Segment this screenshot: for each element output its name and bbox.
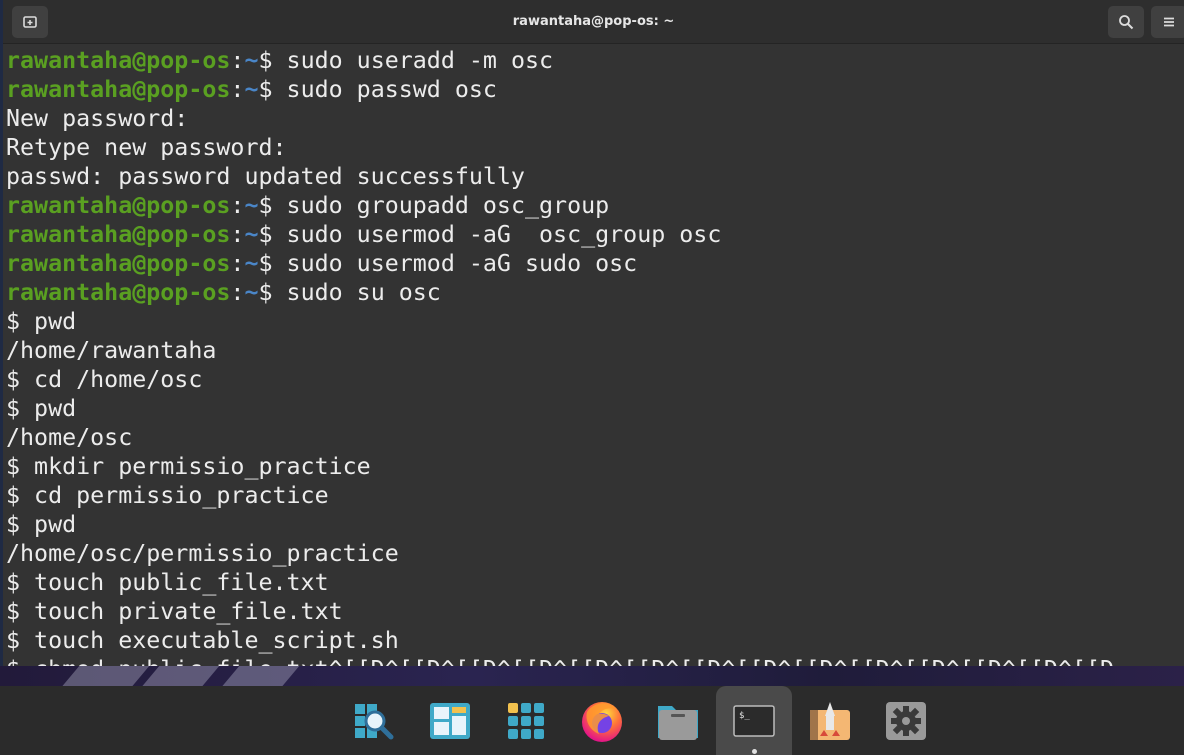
terminal-window: rawantaha@pop-os: ~ rawantaha@pop-os:~$ …	[0, 0, 1184, 666]
dock-item-workspaces[interactable]	[412, 686, 488, 755]
output-text: $ pwd	[6, 395, 77, 422]
terminal-line: $ pwd	[6, 394, 1184, 423]
prompt-colon: :	[230, 250, 245, 277]
title-bar: rawantaha@pop-os: ~	[3, 0, 1184, 44]
terminal-line: $ mkdir permissio_practice	[6, 452, 1184, 481]
dock-item-app-grid[interactable]	[488, 686, 564, 755]
dock-item-terminal[interactable]: $_	[716, 686, 792, 755]
command-text: sudo su osc	[286, 279, 441, 306]
terminal-line: rawantaha@pop-os:~$ sudo groupadd osc_gr…	[6, 191, 1184, 220]
dock-item-firefox[interactable]	[564, 686, 640, 755]
output-text: $ touch public_file.txt	[6, 569, 329, 596]
output-text: $ cd permissio_practice	[6, 482, 329, 509]
prompt-user: rawantaha@pop-os	[6, 76, 231, 103]
settings-icon	[886, 701, 926, 740]
prompt-dir: ~	[244, 192, 259, 219]
output-text: New password:	[6, 105, 189, 132]
files-icon	[658, 705, 698, 740]
output-text: /home/osc	[6, 424, 133, 451]
prompt-dir: ~	[244, 47, 259, 74]
output-text: /home/osc/permissio_practice	[6, 540, 399, 567]
output-text: $ mkdir permissio_practice	[6, 453, 371, 480]
prompt-dir: ~	[244, 279, 259, 306]
prompt-dir: ~	[244, 221, 259, 248]
command-text: sudo useradd -m osc	[286, 47, 554, 74]
new-tab-button[interactable]	[12, 6, 48, 38]
terminal-line: $ cd permissio_practice	[6, 481, 1184, 510]
prompt-user: rawantaha@pop-os	[6, 192, 231, 219]
workspaces-icon	[430, 702, 470, 739]
prompt-symbol: $	[258, 221, 287, 248]
terminal-line: rawantaha@pop-os:~$ sudo usermod -aG osc…	[6, 220, 1184, 249]
output-text: /home/rawantaha	[6, 337, 217, 364]
prompt-colon: :	[230, 221, 245, 248]
running-indicator	[752, 749, 757, 754]
search-icon	[1119, 15, 1134, 30]
terminal-line: passwd: password updated successfully	[6, 162, 1184, 191]
prompt-symbol: $	[258, 192, 287, 219]
dock-item-settings[interactable]	[868, 686, 944, 755]
prompt-user: rawantaha@pop-os	[6, 47, 231, 74]
output-text: $ pwd	[6, 308, 77, 335]
output-text: Retype new password:	[6, 134, 287, 161]
output-text: $ touch private_file.txt	[6, 598, 343, 625]
command-text: sudo usermod -aG osc_group osc	[286, 221, 722, 248]
prompt-colon: :	[230, 279, 245, 306]
dock: $_	[0, 686, 1184, 755]
prompt-user: rawantaha@pop-os	[6, 250, 231, 277]
terminal-line: rawantaha@pop-os:~$ sudo usermod -aG sud…	[6, 249, 1184, 278]
prompt-colon: :	[230, 76, 245, 103]
dock-item-pop-shop[interactable]	[792, 686, 868, 755]
output-text: $ pwd	[6, 511, 77, 538]
terminal-line: $ touch private_file.txt	[6, 597, 1184, 626]
terminal-line: New password:	[6, 104, 1184, 133]
terminal-line: rawantaha@pop-os:~$ sudo useradd -m osc	[6, 46, 1184, 75]
prompt-dir: ~	[244, 76, 259, 103]
terminal-line: $ cd /home/osc	[6, 365, 1184, 394]
search-button[interactable]	[1108, 6, 1144, 38]
prompt-colon: :	[230, 47, 245, 74]
terminal-icon: $_	[733, 704, 775, 737]
prompt-dir: ~	[244, 250, 259, 277]
menu-button[interactable]	[1151, 6, 1184, 38]
search-launcher-icon	[355, 703, 394, 739]
prompt-symbol: $	[258, 76, 287, 103]
command-text: sudo groupadd osc_group	[286, 192, 610, 219]
output-text: $ cd /home/osc	[6, 366, 203, 393]
firefox-icon	[582, 701, 622, 742]
prompt-colon: :	[230, 192, 245, 219]
terminal-line: $ touch executable_script.sh	[6, 626, 1184, 655]
hamburger-menu-icon	[1164, 17, 1174, 27]
dock-item-search[interactable]	[336, 686, 412, 755]
prompt-symbol: $	[258, 47, 287, 74]
terminal-line: /home/osc	[6, 423, 1184, 452]
prompt-symbol: $	[258, 279, 287, 306]
app-grid-icon	[508, 702, 544, 739]
dock-item-files[interactable]	[640, 686, 716, 755]
terminal-line: Retype new password:	[6, 133, 1184, 162]
terminal-output[interactable]: rawantaha@pop-os:~$ sudo useradd -m osc r…	[6, 46, 1184, 666]
pop-shop-icon	[810, 701, 850, 740]
terminal-line: $ pwd	[6, 307, 1184, 336]
window-title: rawantaha@pop-os: ~	[512, 14, 675, 29]
prompt-user: rawantaha@pop-os	[6, 279, 231, 306]
output-text: passwd: password updated successfully	[6, 163, 525, 190]
output-text: $ chmod public_file.txt^[[D^[[D^[[D^[[D^…	[6, 656, 1114, 666]
terminal-line: $ pwd	[6, 510, 1184, 539]
terminal-line: rawantaha@pop-os:~$ sudo su osc	[6, 278, 1184, 307]
terminal-line: $ chmod public_file.txt^[[D^[[D^[[D^[[D^…	[6, 655, 1184, 666]
terminal-line: /home/osc/permissio_practice	[6, 539, 1184, 568]
prompt-symbol: $	[258, 250, 287, 277]
terminal-line: rawantaha@pop-os:~$ sudo passwd osc	[6, 75, 1184, 104]
terminal-line: $ touch public_file.txt	[6, 568, 1184, 597]
terminal-line: /home/rawantaha	[6, 336, 1184, 365]
prompt-user: rawantaha@pop-os	[6, 221, 231, 248]
svg-text:$_: $_	[739, 711, 750, 721]
command-text: sudo usermod -aG sudo osc	[286, 250, 638, 277]
output-text: $ touch executable_script.sh	[6, 627, 399, 654]
command-text: sudo passwd osc	[286, 76, 497, 103]
new-tab-icon	[23, 16, 37, 28]
